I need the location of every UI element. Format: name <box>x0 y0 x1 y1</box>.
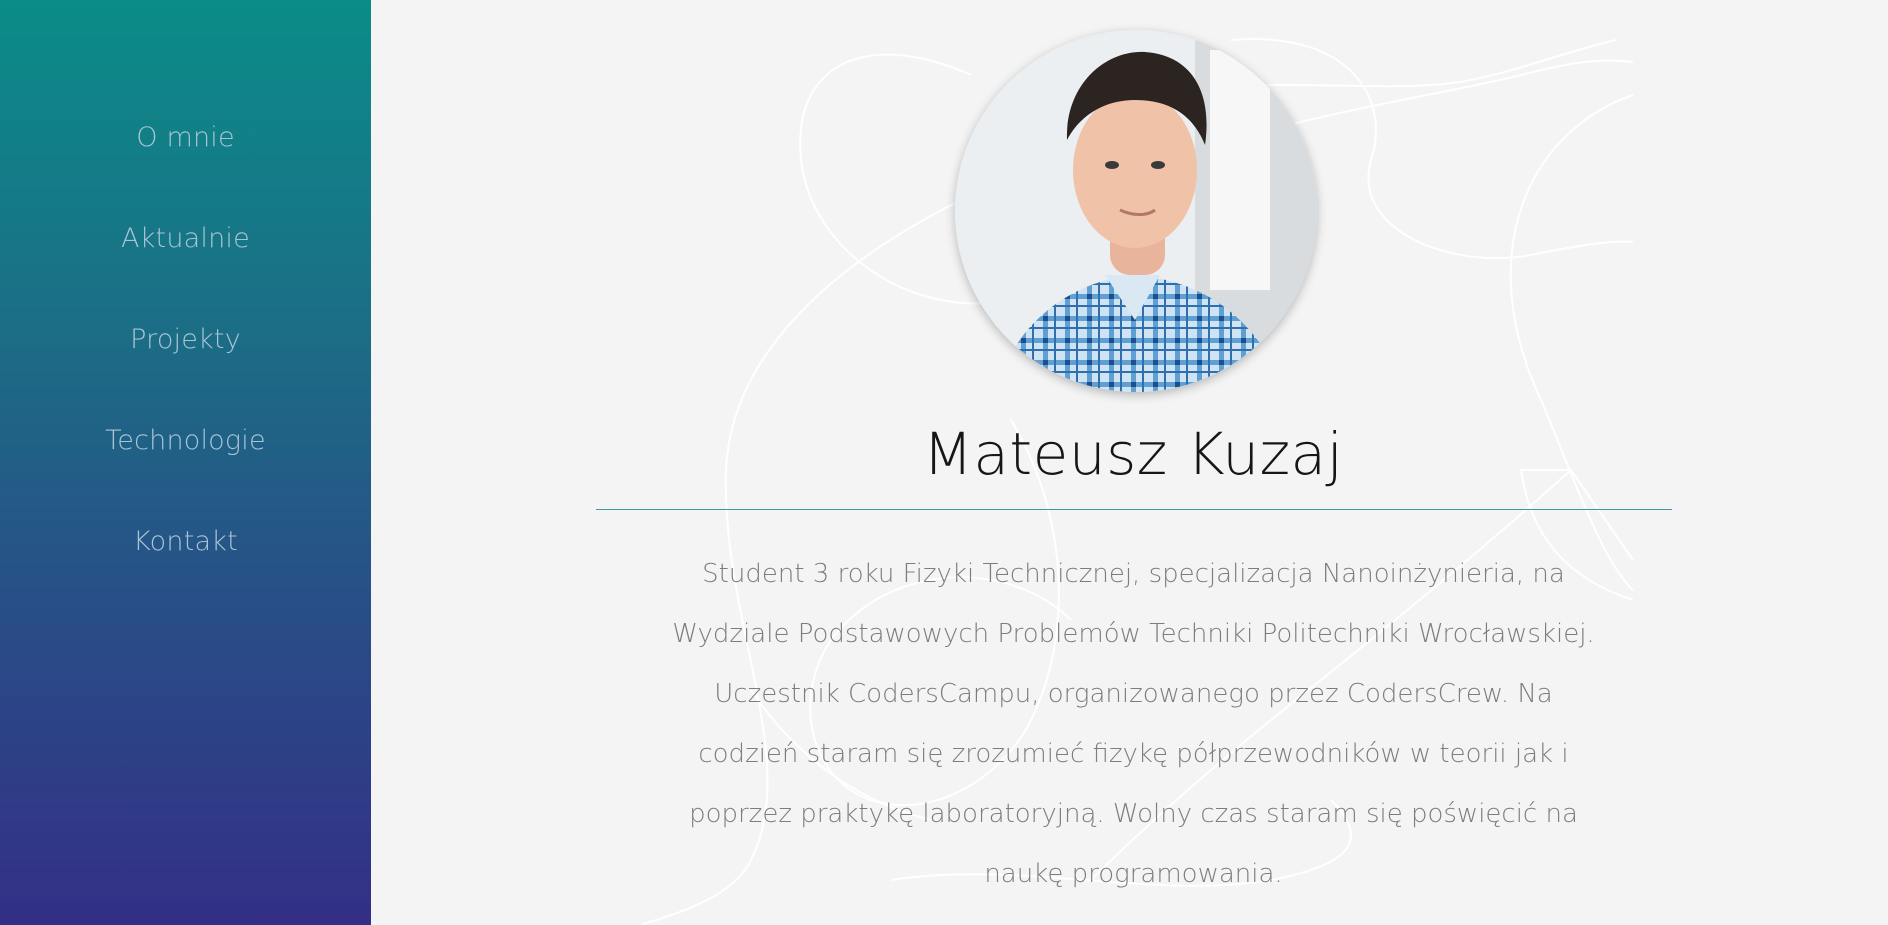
main-content: Mateusz Kuzaj Student 3 roku Fizyki Tech… <box>371 0 1888 925</box>
name-divider <box>596 509 1672 510</box>
nav-item-o-mnie[interactable]: O mnie <box>0 113 371 214</box>
profile-bio: Student 3 roku Fizyki Technicznej, specj… <box>672 559 1595 889</box>
nav-item-kontakt[interactable]: Kontakt <box>0 517 371 618</box>
profile-photo <box>955 30 1317 392</box>
nav-item-aktualnie[interactable]: Aktualnie <box>0 214 371 315</box>
profile-name: Mateusz Kuzaj <box>922 420 1344 488</box>
sidebar-nav: O mnie Aktualnie Projekty Technologie Ko… <box>0 113 371 618</box>
nav-item-projekty[interactable]: Projekty <box>0 315 371 416</box>
nav-item-technologie[interactable]: Technologie <box>0 416 371 517</box>
portrait-illustration <box>955 30 1317 392</box>
sidebar: O mnie Aktualnie Projekty Technologie Ko… <box>0 0 371 925</box>
